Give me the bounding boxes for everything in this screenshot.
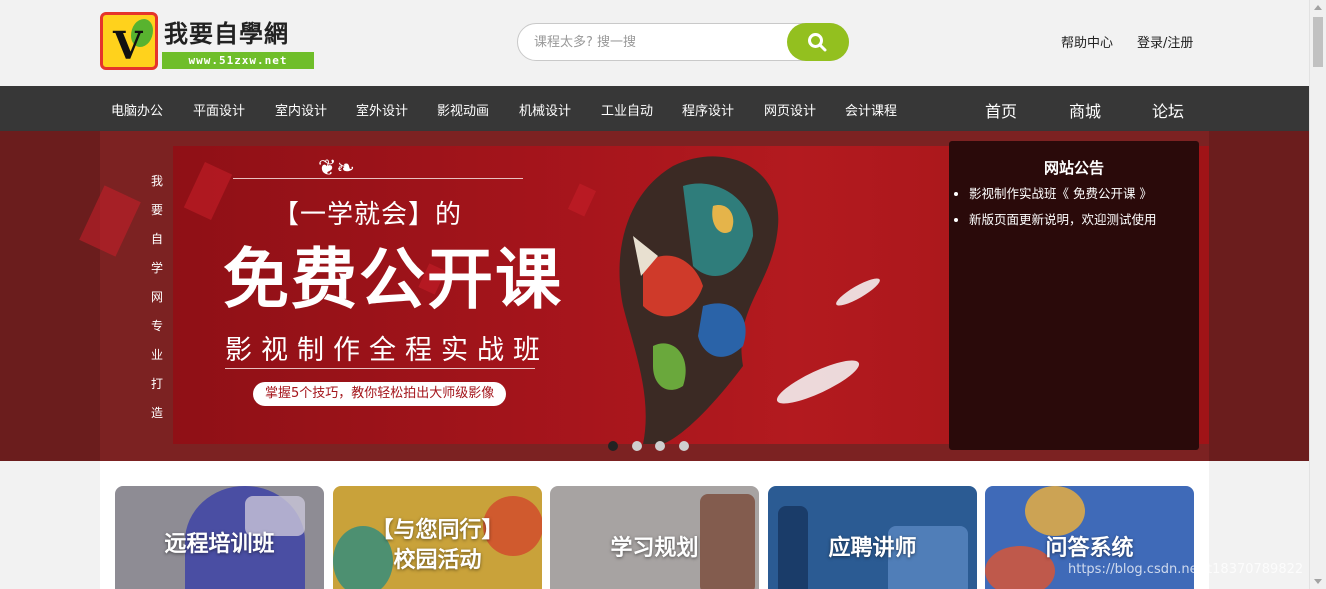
card-title: 【与您同行】 bbox=[371, 518, 504, 543]
nav-category[interactable]: 程序设计 bbox=[682, 100, 734, 119]
slogan-char: 自 bbox=[150, 232, 163, 246]
announcement-title: 网站公告 bbox=[1043, 159, 1104, 177]
page-scrollbar[interactable] bbox=[1309, 0, 1326, 589]
decor-shape bbox=[567, 183, 597, 217]
decor-shape bbox=[79, 185, 141, 257]
scroll-down-icon[interactable] bbox=[1314, 579, 1322, 584]
logo-v-mark: V bbox=[113, 23, 143, 68]
slogan-char: 造 bbox=[150, 406, 163, 420]
announcement-item[interactable]: 影视制作实战班《 免费公开课 》 bbox=[969, 185, 1157, 203]
logo-title: 我要自學網 bbox=[164, 20, 289, 48]
banner-title: 免费公开课 bbox=[223, 240, 563, 318]
card-title: 远程培训班 bbox=[164, 532, 275, 557]
nav-category[interactable]: 平面设计 bbox=[193, 100, 245, 119]
nav-category[interactable]: 工业自动 bbox=[601, 100, 653, 119]
ornament-line bbox=[233, 178, 523, 179]
nav-forum[interactable]: 论坛 bbox=[1152, 98, 1184, 122]
card-illustration bbox=[1025, 486, 1085, 536]
help-center-link[interactable]: 帮助中心 bbox=[1061, 32, 1113, 51]
carousel-dot[interactable] bbox=[679, 441, 689, 451]
carousel-dot[interactable] bbox=[655, 441, 665, 451]
slogan-char: 专 bbox=[150, 319, 163, 333]
announcement-list: 影视制作实战班《 免费公开课 》 新版页面更新说明，欢迎测试使用 bbox=[969, 185, 1157, 237]
logo-url: www.51zxw.net bbox=[162, 52, 314, 69]
nav-category[interactable]: 网页设计 bbox=[764, 100, 816, 119]
nav-category[interactable]: 室内设计 bbox=[275, 100, 327, 119]
banner-tagline: 掌握5个技巧，教你轻松拍出大师级影像 bbox=[253, 382, 507, 406]
card-title: 问答系统 bbox=[1045, 536, 1134, 561]
nav-shop[interactable]: 商城 bbox=[1069, 98, 1101, 122]
scroll-thumb[interactable] bbox=[1313, 17, 1323, 67]
site-header: V 我要自學網 www.51zxw.net 帮助中心 登录/注册 bbox=[0, 0, 1309, 86]
card-lecturer-recruit[interactable]: 应聘讲师 bbox=[768, 486, 977, 589]
carousel-dot[interactable] bbox=[632, 441, 642, 451]
nav-category[interactable]: 机械设计 bbox=[519, 100, 571, 119]
card-title: 学习规划 bbox=[610, 536, 699, 561]
vertical-slogan: 我 要 自 学 网 专 业 打 造 bbox=[150, 167, 164, 428]
nav-home[interactable]: 首页 bbox=[985, 98, 1017, 122]
card-remote-training[interactable]: 远程培训班 bbox=[115, 486, 324, 589]
banner-course-name: 影视制作全程实战班 bbox=[225, 335, 549, 366]
search-input[interactable] bbox=[534, 32, 784, 52]
announcement-panel: 网站公告 影视制作实战班《 免费公开课 》 新版页面更新说明，欢迎测试使用 bbox=[949, 141, 1199, 450]
watermark-text: https://blog.csdn.net/t18370789822 bbox=[1068, 562, 1304, 577]
slogan-char: 业 bbox=[150, 348, 163, 362]
site-logo[interactable]: V 我要自學網 www.51zxw.net bbox=[100, 12, 320, 70]
main-nav: 电脑办公 平面设计 室内设计 室外设计 影视动画 机械设计 工业自动 程序设计 … bbox=[0, 86, 1309, 131]
slogan-char: 网 bbox=[150, 290, 163, 304]
slogan-char: 学 bbox=[150, 261, 163, 275]
decor-shape bbox=[183, 162, 233, 220]
search-icon bbox=[808, 33, 827, 52]
search-box bbox=[517, 23, 849, 61]
card-study-plan[interactable]: 学习规划 bbox=[550, 486, 759, 589]
feather-decor bbox=[833, 274, 883, 310]
card-subtitle: 校园活动 bbox=[393, 548, 482, 573]
slogan-char: 要 bbox=[150, 203, 163, 217]
slogan-char: 打 bbox=[150, 377, 163, 391]
slogan-char: 我 bbox=[150, 174, 163, 188]
logo-badge: V bbox=[100, 12, 158, 70]
ornament-line bbox=[225, 368, 535, 369]
nav-category[interactable]: 电脑办公 bbox=[111, 100, 163, 119]
announcement-item[interactable]: 新版页面更新说明，欢迎测试使用 bbox=[969, 211, 1157, 229]
ornament-icon: ❦❧ bbox=[318, 156, 355, 181]
card-title: 应聘讲师 bbox=[828, 536, 917, 561]
search-button[interactable] bbox=[787, 23, 849, 61]
feature-cards: 远程培训班 【与您同行】 校园活动 学习规划 应聘讲师 问答系统 bbox=[100, 461, 1209, 589]
scroll-up-icon[interactable] bbox=[1314, 5, 1322, 10]
nav-category[interactable]: 影视动画 bbox=[437, 100, 489, 119]
nav-category[interactable]: 会计课程 bbox=[845, 100, 897, 119]
carousel-dot[interactable] bbox=[608, 441, 618, 451]
card-campus-activity[interactable]: 【与您同行】 校园活动 bbox=[333, 486, 542, 589]
login-register-link[interactable]: 登录/注册 bbox=[1137, 32, 1193, 51]
nav-category[interactable]: 室外设计 bbox=[356, 100, 408, 119]
